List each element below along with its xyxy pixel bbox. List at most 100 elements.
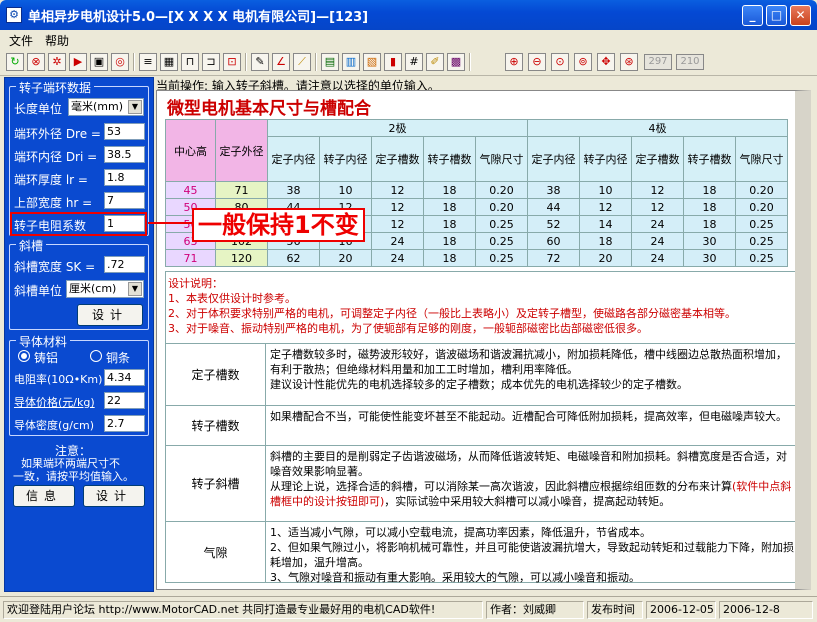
sk-input[interactable]: .72 — [104, 256, 145, 273]
sk-label: 斜槽宽度 SK = — [14, 260, 96, 274]
stator-slot-row: 定子槽数 定子槽数较多时，磁势波形较好，谐波磁场和谐波漏抗减小，附加损耗降低，槽… — [166, 343, 795, 405]
column-header: 转子槽数 — [423, 136, 476, 182]
table-cell: 12 — [371, 181, 424, 199]
copper-radio[interactable] — [90, 350, 102, 362]
zoom-in-icon[interactable]: ⊕ — [505, 53, 523, 71]
document-icon[interactable]: ≡ — [139, 53, 157, 71]
target-icon[interactable]: ◎ — [111, 53, 129, 71]
menu-help[interactable]: 帮助 — [45, 32, 69, 49]
table-cell: 12 — [579, 198, 632, 216]
zoom-fit-icon[interactable]: ⊙ — [551, 53, 569, 71]
slot-shape-icon[interactable]: ⊐ — [202, 53, 220, 71]
zoom-window-icon[interactable]: ⊚ — [574, 53, 592, 71]
flag-icon[interactable]: ▶ — [69, 53, 87, 71]
air-gap-para-1: 1、适当减小气隙，可以减小空载电流，提高功率因素，降低温升，节省成本。 — [270, 526, 651, 539]
table-cell: 24 — [371, 232, 424, 250]
content-panel: 微型电机基本尺寸与槽配合 中心高 定子外径 2极 4极 定子内径 转子内径 定子槽数… — [156, 90, 811, 590]
price-label[interactable]: 导体价格(元/kg) — [14, 394, 95, 410]
pan-icon[interactable]: ✥ — [597, 53, 615, 71]
tools-icon[interactable]: ✎ — [251, 53, 269, 71]
zoom-page-icon[interactable]: ⊛ — [620, 53, 638, 71]
hr-input[interactable]: 7 — [104, 192, 145, 209]
resistivity-input[interactable]: 4.34 — [104, 369, 145, 386]
dri-label: 端环内径 Dri = — [14, 150, 98, 164]
app-icon[interactable]: ⚙ — [6, 7, 22, 23]
curve-icon[interactable]: ∠ — [272, 53, 290, 71]
hash-icon[interactable]: # — [405, 53, 423, 71]
copper-label: 铜条 — [106, 351, 131, 365]
length-unit-select[interactable]: 毫米(mm) ▼ — [68, 98, 144, 116]
dre-input[interactable]: 53 — [104, 123, 145, 140]
rotor-slot-icon[interactable]: ⊡ — [223, 53, 241, 71]
zoom-out-icon[interactable]: ⊖ — [528, 53, 546, 71]
stop-icon[interactable]: ⊗ — [27, 53, 45, 71]
menu-file[interactable]: 文件 — [9, 32, 33, 49]
stator-slot-para-1: 定子槽数较多时，磁势波形较好，谐波磁场和谐波漏抗减小，附加损耗降低，槽中线圈边总… — [270, 348, 787, 376]
highlight-box — [10, 212, 147, 236]
lr-input[interactable]: 1.8 — [104, 169, 145, 186]
density-input[interactable]: 2.7 — [104, 415, 145, 432]
price-input[interactable]: 22 — [104, 392, 145, 409]
page-title: 微型电机基本尺寸与槽配合 — [167, 99, 371, 119]
rotor-skew-row: 转子斜槽 斜槽的主要目的是削弱定子齿谐波磁场，从而降低谐波转矩、电磁噪音和附加损… — [166, 445, 795, 521]
chart-icon[interactable]: ▮ — [384, 53, 402, 71]
info-button[interactable]: 信息 — [13, 485, 75, 507]
table-cell: 24 — [631, 232, 684, 250]
table-cell: 30 — [683, 249, 736, 267]
header-stator-od: 定子外径 — [215, 119, 268, 182]
cast-aluminum-radio[interactable] — [18, 350, 30, 362]
rotor-slot-label: 转子槽数 — [166, 406, 266, 445]
table-cell: 71 — [165, 249, 216, 267]
table-cell: 0.20 — [735, 181, 788, 199]
skew-unit-select[interactable]: 厘米(cm) ▼ — [66, 280, 144, 298]
calculator-icon[interactable]: ▤ — [321, 53, 339, 71]
minimize-button[interactable]: _ — [742, 5, 763, 26]
page-width-field[interactable]: 297 — [644, 54, 672, 70]
line-chart-icon[interactable]: ⟋ — [293, 53, 311, 71]
close-button[interactable]: ✕ — [790, 5, 811, 26]
table-cell: 18 — [579, 232, 632, 250]
rotor-skew-para-1: 斜槽的主要目的是削弱定子齿谐波磁场，从而降低谐波转矩、电磁噪音和附加损耗。斜槽宽… — [270, 450, 787, 478]
slot-icon[interactable]: ⊓ — [181, 53, 199, 71]
refresh-icon[interactable]: ↻ — [6, 53, 24, 71]
notes-title: 设计说明： — [168, 277, 223, 290]
table-icon[interactable]: ▧ — [363, 53, 381, 71]
table-cell: 18 — [423, 215, 476, 233]
page-height-field[interactable]: 210 — [676, 54, 704, 70]
skew-unit-label: 斜槽单位 — [14, 284, 63, 298]
graph-icon[interactable]: ▩ — [447, 53, 465, 71]
status-author: 作者：刘威卿 — [486, 601, 584, 619]
table-cell: 52 — [527, 215, 580, 233]
annotation-line — [148, 222, 192, 224]
grid-icon[interactable]: ▦ — [160, 53, 178, 71]
table-cell: 30 — [683, 232, 736, 250]
settings-icon[interactable]: ✲ — [48, 53, 66, 71]
air-gap-label: 气隙 — [166, 522, 266, 583]
column-header: 定子内径 — [527, 136, 580, 182]
window-icon[interactable]: ▣ — [90, 53, 108, 71]
note-3: 3、对于噪音、振动特别严格的电机，为了使轭部有足够的刚度，一般轭部磁密比齿部磁密… — [168, 322, 648, 335]
header-2-pole: 2极 — [267, 118, 528, 138]
table-cell: 0.25 — [475, 215, 528, 233]
dri-input[interactable]: 38.5 — [104, 146, 145, 163]
pen-icon[interactable]: ✐ — [426, 53, 444, 71]
toolbar: ↻ ⊗ ✲ ▶ ▣ ◎ ≡ ▦ ⊓ ⊐ ⊡ ✎ ∠ ⟋ ▤ ▥ ▧ ▮ # ✐ … — [0, 49, 817, 76]
status-forum: 欢迎登陆用户论坛 http://www.MotorCAD.net 共同打造最专业… — [3, 601, 483, 619]
design-button[interactable]: 设计 — [83, 485, 145, 507]
air-gap-para-2: 2、但如果气隙过小，将影响机械可靠性，并且可能使谐波漏抗增大，导致起动转矩和过载… — [270, 541, 794, 569]
annotation-label: 一般保持1不变 — [192, 208, 365, 242]
column-header: 转子内径 — [579, 136, 632, 182]
header-4-pole: 4极 — [527, 118, 788, 138]
table-cell: 24 — [371, 249, 424, 267]
table-cell: 18 — [423, 232, 476, 250]
column-header: 定子槽数 — [631, 136, 684, 182]
chevron-down-icon[interactable]: ▼ — [128, 100, 142, 114]
table-cell: 10 — [579, 181, 632, 199]
maximize-button[interactable]: □ — [766, 5, 787, 26]
chevron-down-icon[interactable]: ▼ — [128, 282, 142, 296]
skew-title: 斜槽 — [16, 237, 47, 254]
menu-bar: 文件 帮助 — [0, 30, 817, 49]
book-icon[interactable]: ▥ — [342, 53, 360, 71]
skew-design-button[interactable]: 设计 — [77, 304, 143, 326]
table-cell: 18 — [423, 198, 476, 216]
